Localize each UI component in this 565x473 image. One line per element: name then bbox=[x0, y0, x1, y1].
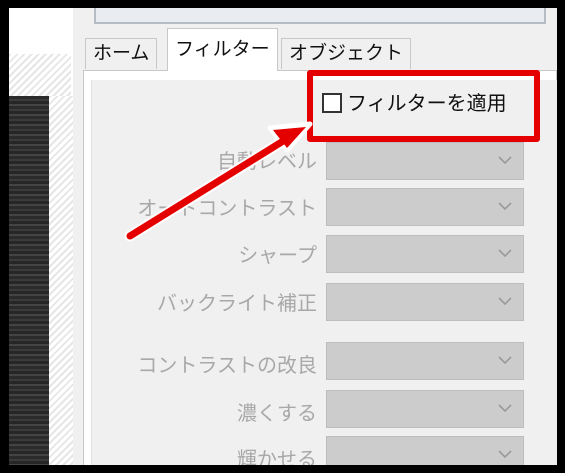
pointer-arrow-icon bbox=[124, 121, 313, 242]
tab-filter[interactable]: フィルター bbox=[167, 28, 278, 71]
